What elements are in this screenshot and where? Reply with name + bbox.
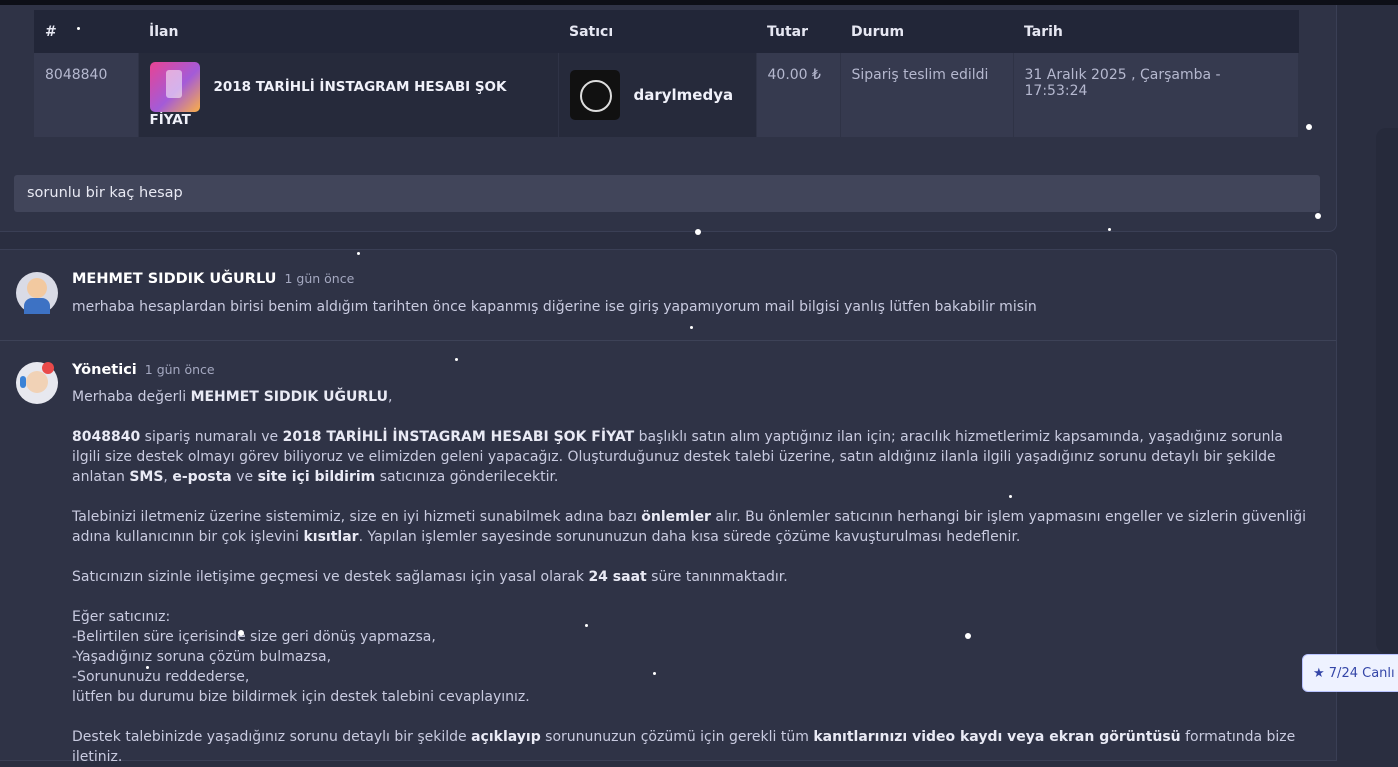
decorative-snow-dot — [690, 326, 693, 329]
decorative-snow-dot — [585, 624, 588, 627]
admin-paragraph-3: Satıcınızın sizinle iletişime geçmesi ve… — [72, 569, 788, 585]
message-time: 1 gün önce — [144, 362, 215, 377]
decorative-snow-dot — [77, 27, 80, 30]
column-header-listing: İlan — [138, 10, 558, 53]
message-author: Yönetici 1 gün önce — [72, 362, 215, 378]
listing-cell[interactable]: 2018 TARİHLİ İNSTAGRAM HESABI ŞOK FİYAT — [138, 53, 559, 137]
buyer-note: sorunlu bir kaç hesap — [14, 175, 1320, 212]
date-cell: 31 Aralık 2025 , Çarşamba - 17:53:24 — [1013, 53, 1299, 137]
author-name: Yönetici — [72, 362, 137, 378]
amount-cell: 40.00 ₺ — [756, 53, 841, 137]
order-table: # İlan Satıcı Tutar Durum Tarih 8048840 … — [34, 10, 1299, 137]
column-header-status: Durum — [840, 10, 1013, 53]
decorative-snow-dot — [357, 252, 360, 255]
admin-paragraph-5: Destek talebinizde yaşadığınız sorunu de… — [72, 729, 1296, 765]
decorative-snow-dot — [1009, 495, 1012, 498]
admin-greeting: Merhaba değerli MEHMET SIDDIK UĞURLU, — [72, 389, 393, 405]
message-time: 1 gün önce — [284, 271, 355, 286]
order-panel: # İlan Satıcı Tutar Durum Tarih 8048840 … — [0, 5, 1337, 232]
message-item — [0, 249, 1336, 341]
table-header-row: # İlan Satıcı Tutar Durum Tarih — [34, 10, 1299, 53]
admin-paragraph-4: Eğer satıcınız: -Belirtilen süre içerisi… — [72, 607, 1312, 707]
right-sidebar[interactable] — [1376, 128, 1398, 653]
status-cell: Sipariş teslim edildi — [840, 53, 1014, 137]
text-line: -Sorununuzu reddederse, — [72, 669, 250, 685]
decorative-snow-dot — [146, 666, 149, 669]
decorative-snow-dot — [1306, 124, 1312, 130]
seller-cell[interactable]: darylmedya — [558, 53, 757, 137]
listing-title-link[interactable]: 2018 TARİHLİ İNSTAGRAM HESABI ŞOK FİYAT — [150, 79, 507, 128]
admin-paragraph-1: 8048840 sipariş numaralı ve 2018 TARİHLİ… — [72, 429, 1283, 485]
column-header-amount: Tutar — [756, 10, 840, 53]
seller-avatar[interactable] — [569, 70, 620, 120]
column-header-seller: Satıcı — [558, 10, 756, 53]
decorative-snow-dot — [653, 672, 656, 675]
listing-thumbnail[interactable] — [149, 62, 200, 112]
table-row[interactable]: 8048840 2018 TARİHLİ İNSTAGRAM HESABI ŞO… — [34, 53, 1299, 137]
decorative-snow-dot — [965, 633, 971, 639]
text-line: -Belirtilen süre içerisinde size geri dö… — [72, 629, 436, 645]
decorative-snow-dot — [1315, 213, 1321, 219]
decorative-snow-dot — [455, 358, 458, 361]
admin-avatar — [16, 362, 58, 404]
text-line: lütfen bu durumu bize bildirmek için des… — [72, 689, 530, 705]
column-header-id: # — [34, 10, 138, 53]
text-line: -Yaşadığınız soruna çözüm bulmazsa, — [72, 649, 332, 665]
message-text: merhaba hesaplardan birisi benim aldığım… — [72, 299, 1037, 315]
message-author: MEHMET SIDDIK UĞURLU 1 gün önce — [72, 271, 354, 287]
user-avatar — [16, 272, 58, 314]
live-support-button[interactable]: ★ 7/24 Canlı Destek — [1302, 654, 1398, 692]
text-line: Eğer satıcınız: — [72, 609, 171, 625]
order-id-cell: 8048840 — [34, 53, 139, 137]
column-header-date: Tarih — [1013, 10, 1299, 53]
decorative-snow-dot — [695, 229, 701, 235]
admin-paragraph-2: Talebinizi iletmeniz üzerine sistemimiz,… — [72, 509, 1306, 545]
decorative-snow-dot — [1108, 228, 1111, 231]
seller-name-link[interactable]: darylmedya — [634, 86, 734, 104]
decorative-snow-dot — [238, 630, 244, 636]
author-name: MEHMET SIDDIK UĞURLU — [72, 271, 277, 287]
